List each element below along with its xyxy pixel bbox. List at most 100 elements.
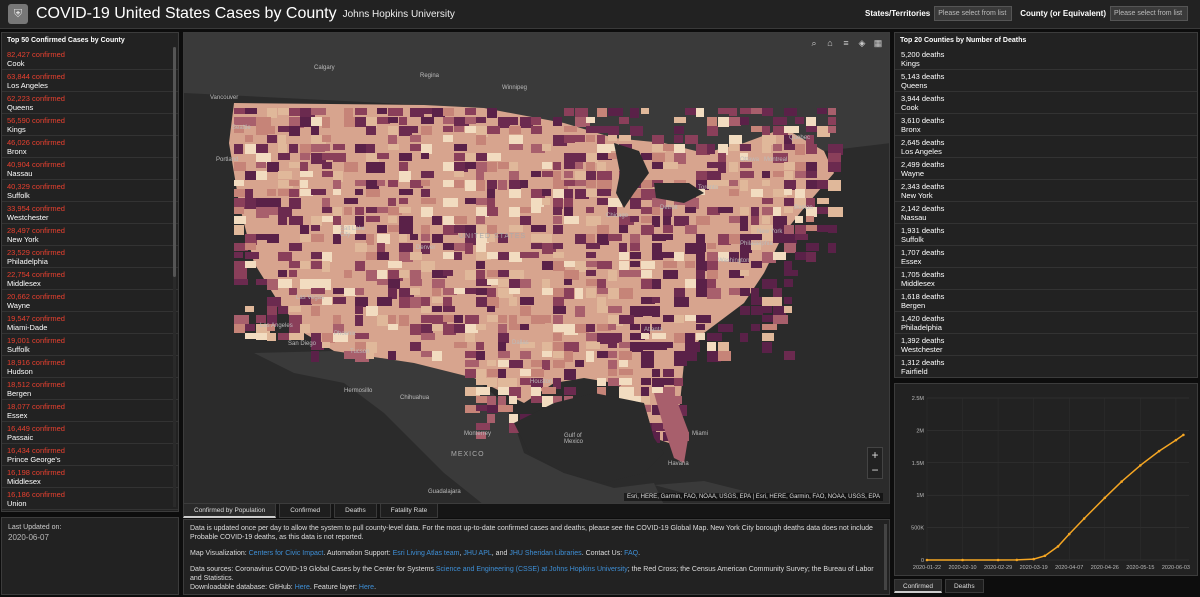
county-shape[interactable] xyxy=(619,360,628,367)
home-icon[interactable]: ⌂ xyxy=(825,38,835,48)
county-shape[interactable] xyxy=(553,162,561,170)
county-shape[interactable] xyxy=(619,225,628,233)
county-shape[interactable] xyxy=(487,198,495,208)
county-shape[interactable] xyxy=(520,180,528,188)
county-shape[interactable] xyxy=(388,225,399,232)
county-shape[interactable] xyxy=(751,216,759,226)
county-shape[interactable] xyxy=(795,252,807,260)
county-shape[interactable] xyxy=(333,216,341,225)
county-shape[interactable] xyxy=(289,108,301,116)
county-shape[interactable] xyxy=(333,153,346,162)
county-shape[interactable] xyxy=(377,153,389,159)
county-shape[interactable] xyxy=(531,243,542,249)
feature-layer-link[interactable]: Here xyxy=(359,584,374,591)
county-shape[interactable] xyxy=(454,171,464,177)
county-shape[interactable] xyxy=(696,108,704,117)
county-shape[interactable] xyxy=(377,252,389,260)
county-shape[interactable] xyxy=(509,225,523,232)
county-shape[interactable] xyxy=(806,171,817,178)
county-shape[interactable] xyxy=(795,144,805,155)
county-shape[interactable] xyxy=(663,144,674,151)
county-shape[interactable] xyxy=(784,297,792,304)
county-shape[interactable] xyxy=(619,288,633,299)
county-shape[interactable] xyxy=(377,234,390,244)
chart-tab-confirmed[interactable]: Confirmed xyxy=(894,579,942,593)
county-shape[interactable] xyxy=(454,180,464,188)
county-shape[interactable] xyxy=(388,261,402,268)
county-shape[interactable] xyxy=(674,297,689,307)
county-shape[interactable] xyxy=(806,252,816,262)
county-shape[interactable] xyxy=(465,315,479,325)
county-shape[interactable] xyxy=(300,162,308,172)
county-shape[interactable] xyxy=(795,189,805,198)
county-shape[interactable] xyxy=(784,270,798,276)
county-shape[interactable] xyxy=(784,279,793,287)
county-shape[interactable] xyxy=(465,270,476,280)
list-item[interactable]: 1,392 deaths Westchester xyxy=(895,334,1197,356)
county-shape[interactable] xyxy=(388,324,398,330)
county-shape[interactable] xyxy=(443,270,453,276)
county-shape[interactable] xyxy=(256,171,267,180)
county-shape[interactable] xyxy=(311,351,319,362)
county-shape[interactable] xyxy=(245,135,253,142)
county-shape[interactable] xyxy=(421,234,430,241)
county-shape[interactable] xyxy=(344,288,356,296)
county-shape[interactable] xyxy=(740,207,749,215)
county-shape[interactable] xyxy=(685,225,697,234)
county-shape[interactable] xyxy=(520,297,534,305)
county-shape[interactable] xyxy=(685,135,698,144)
county-shape[interactable] xyxy=(740,288,750,296)
county-shape[interactable] xyxy=(267,279,278,290)
county-shape[interactable] xyxy=(487,414,495,423)
county-shape[interactable] xyxy=(322,144,330,151)
county-shape[interactable] xyxy=(564,108,574,116)
county-shape[interactable] xyxy=(245,261,256,268)
county-shape[interactable] xyxy=(707,144,715,154)
county-shape[interactable] xyxy=(476,171,484,181)
county-shape[interactable] xyxy=(234,225,244,235)
county-shape[interactable] xyxy=(443,135,453,142)
county-shape[interactable] xyxy=(278,279,292,288)
county-shape[interactable] xyxy=(729,117,741,126)
county-shape[interactable] xyxy=(630,270,642,277)
county-shape[interactable] xyxy=(443,108,454,116)
county-shape[interactable] xyxy=(762,342,772,353)
county-shape[interactable] xyxy=(542,171,553,177)
county-shape[interactable] xyxy=(674,378,683,386)
county-shape[interactable] xyxy=(718,351,731,361)
county-shape[interactable] xyxy=(707,279,716,288)
county-shape[interactable] xyxy=(597,198,608,205)
county-shape[interactable] xyxy=(355,315,363,326)
county-shape[interactable] xyxy=(542,360,550,370)
county-shape[interactable] xyxy=(509,279,520,288)
county-shape[interactable] xyxy=(289,243,302,251)
county-shape[interactable] xyxy=(751,288,759,297)
county-shape[interactable] xyxy=(509,207,520,217)
county-shape[interactable] xyxy=(641,261,655,269)
county-shape[interactable] xyxy=(762,135,776,145)
county-shape[interactable] xyxy=(267,135,277,143)
county-shape[interactable] xyxy=(410,288,420,295)
county-shape[interactable] xyxy=(487,378,497,387)
county-shape[interactable] xyxy=(663,234,673,240)
faq-link[interactable]: FAQ xyxy=(624,550,638,557)
county-shape[interactable] xyxy=(784,198,794,206)
county-shape[interactable] xyxy=(520,279,531,288)
county-shape[interactable] xyxy=(674,117,686,123)
county-shape[interactable] xyxy=(245,198,256,209)
county-shape[interactable] xyxy=(773,252,786,260)
county-shape[interactable] xyxy=(465,108,476,115)
county-map[interactable]: UNITED STATES MEXICO Gulf of Mexico Calg… xyxy=(183,32,890,504)
layers-icon[interactable]: ◈ xyxy=(857,38,867,48)
county-shape[interactable] xyxy=(542,189,551,196)
list-item[interactable]: 1,618 deaths Bergen xyxy=(895,290,1197,312)
zoom-in-button[interactable]: + xyxy=(868,448,882,463)
qr-icon[interactable]: ▦ xyxy=(873,38,883,48)
county-shape[interactable] xyxy=(421,126,432,135)
county-shape[interactable] xyxy=(234,216,246,224)
county-shape[interactable] xyxy=(828,180,841,191)
county-shape[interactable] xyxy=(509,360,523,368)
list-item[interactable]: 16,198 confirmed Middlesex xyxy=(2,466,178,488)
county-shape[interactable] xyxy=(828,117,836,125)
list-item[interactable]: 2,499 deaths Wayne xyxy=(895,158,1197,180)
